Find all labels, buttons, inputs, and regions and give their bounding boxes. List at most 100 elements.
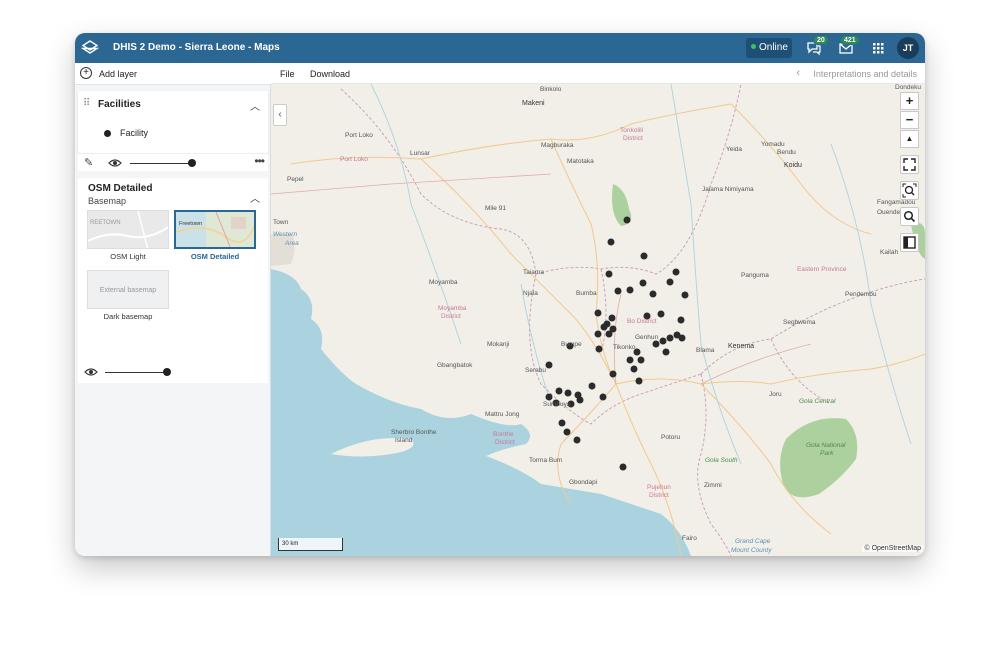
chevron-left-icon[interactable]: ‹: [796, 67, 800, 79]
osm-light-thumb-text: REETOWN: [90, 220, 121, 226]
facilities-layer-title: Facilities: [98, 99, 141, 110]
online-label: Online: [759, 42, 788, 53]
search-button[interactable]: [900, 207, 919, 226]
place-label: Gola National: [806, 442, 846, 449]
place-label: Koidu: [784, 162, 802, 169]
place-label: Island: [395, 437, 413, 444]
basemap-title: OSM Detailed: [88, 183, 153, 194]
place-label: Segbwema: [783, 319, 816, 326]
legend-icon: [903, 236, 916, 249]
place-label: Gbondapi: [569, 479, 598, 486]
place-label: Ouende: [877, 209, 901, 216]
fullscreen-button[interactable]: [900, 155, 919, 174]
place-label: District: [649, 492, 669, 499]
online-status: Online: [746, 38, 792, 58]
basemap-graphics: [271, 84, 925, 556]
place-label: Genhun: [635, 334, 659, 341]
place-label: Sumbuya: [543, 401, 571, 408]
map-attribution[interactable]: © OpenStreetMap: [862, 545, 923, 552]
map-menubar: File Download ‹ Interpretations and deta…: [271, 63, 925, 84]
zoom-in-button[interactable]: +: [900, 92, 919, 110]
apps-grid-icon[interactable]: [870, 40, 886, 56]
place-label: Taiama: [523, 269, 544, 276]
user-avatar[interactable]: JT: [897, 37, 919, 59]
place-label: Grand Cape: [735, 538, 771, 545]
place-label: Tonkolili: [620, 127, 644, 134]
file-menu[interactable]: File: [280, 69, 295, 79]
place-label: Fairo: [682, 535, 697, 542]
osm-detailed-thumbnail[interactable]: Freetown: [174, 210, 256, 249]
more-options-icon[interactable]: •••: [254, 154, 265, 168]
zoom-to-content-button[interactable]: [900, 181, 919, 200]
place-label: Kailah: [880, 249, 899, 256]
interpretations-badge: 20: [813, 35, 829, 45]
place-label: Pepel: [287, 176, 304, 183]
legend-button[interactable]: [900, 233, 919, 252]
place-label: Bo District: [627, 318, 657, 325]
download-menu[interactable]: Download: [310, 69, 350, 79]
fullscreen-icon: [903, 158, 916, 171]
place-label: Fangamadou: [877, 199, 916, 206]
interpretations-toggle[interactable]: Interpretations and details: [813, 69, 917, 79]
place-label: Gbangbatok: [437, 362, 473, 369]
dark-basemap-label: Dark basemap: [103, 312, 153, 321]
place-label: Mokanji: [487, 341, 510, 348]
place-label: Blama: [696, 347, 715, 354]
zoom-out-button[interactable]: −: [900, 111, 919, 129]
osm-light-thumbnail[interactable]: REETOWN: [87, 210, 169, 249]
place-label: Mount County: [731, 547, 772, 554]
place-label: District: [623, 135, 643, 142]
osm-detailed-label: OSM Detailed: [190, 252, 240, 261]
place-label: Eastern Province: [797, 266, 847, 273]
basemap-collapse-chevron-icon[interactable]: ︿: [250, 190, 260, 205]
drag-handle-icon[interactable]: ⠿: [83, 98, 90, 109]
compass-button[interactable]: ▲: [900, 130, 919, 148]
place-label: Potoru: [661, 434, 681, 441]
place-label: Matotaka: [567, 158, 594, 165]
online-dot-icon: [751, 43, 756, 49]
place-label: Mattru Jong: [485, 411, 520, 418]
basemap-opacity-slider-track[interactable]: [105, 372, 167, 373]
place-label: Binkolo: [540, 86, 562, 93]
place-label: Magburaka: [541, 142, 574, 149]
basemap-card: OSM Detailed Basemap ︿ REETOWN OSM Light…: [78, 178, 268, 383]
place-label: Yomadu: [761, 141, 785, 148]
place-label: Jaiama Nimiyama: [702, 186, 754, 193]
place-label: District: [441, 313, 461, 320]
place-label: Port Loko: [345, 132, 373, 139]
opacity-slider-track[interactable]: [130, 163, 192, 164]
maps-app-window: DHIS 2 Demo - Sierra Leone - Maps Online…: [75, 33, 925, 556]
basemap-opacity-slider-handle[interactable]: [163, 368, 171, 376]
map-scale-bar: 30 km: [278, 538, 343, 551]
map-canvas[interactable]: Binkolo Makeni Tonkolili District Port L…: [271, 84, 925, 556]
place-label: Yeida: [726, 146, 743, 153]
opacity-slider-handle[interactable]: [188, 159, 196, 167]
place-label: Bonthe: [493, 431, 514, 438]
place-label: Bumpe: [561, 341, 582, 348]
place-label: Gola South: [705, 457, 738, 464]
dark-basemap-thumbnail[interactable]: External basemap: [87, 270, 169, 309]
add-circle-icon: +: [80, 67, 92, 79]
place-label: Panguma: [741, 272, 769, 279]
collapse-sidebar-button[interactable]: ‹: [273, 104, 287, 126]
place-label: Bendu: [777, 149, 796, 156]
edit-pencil-icon[interactable]: ✎: [84, 156, 93, 169]
visibility-eye-icon[interactable]: [108, 157, 122, 169]
add-layer-button[interactable]: + Add layer: [75, 63, 271, 85]
place-label: Western: [273, 231, 298, 238]
collapse-chevron-icon[interactable]: ︿: [250, 98, 260, 113]
place-label: Area: [285, 240, 299, 247]
place-label: Pendembu: [845, 291, 877, 298]
place-label: Moyamba: [438, 305, 467, 312]
search-icon: [903, 210, 916, 223]
basemap-visibility-eye-icon[interactable]: [84, 366, 98, 378]
place-label: Njala: [523, 290, 538, 297]
basemap-toolbar: [78, 361, 268, 383]
ocean-area: [271, 269, 691, 556]
place-label: Serabu: [525, 367, 546, 374]
place-label: Gola Central: [799, 398, 836, 405]
dhis2-logo-icon[interactable]: [81, 39, 99, 57]
osm-light-label: OSM Light: [110, 252, 146, 261]
osm-detailed-thumb-text: Freetown: [179, 221, 202, 227]
facility-legend-symbol: [104, 130, 111, 137]
